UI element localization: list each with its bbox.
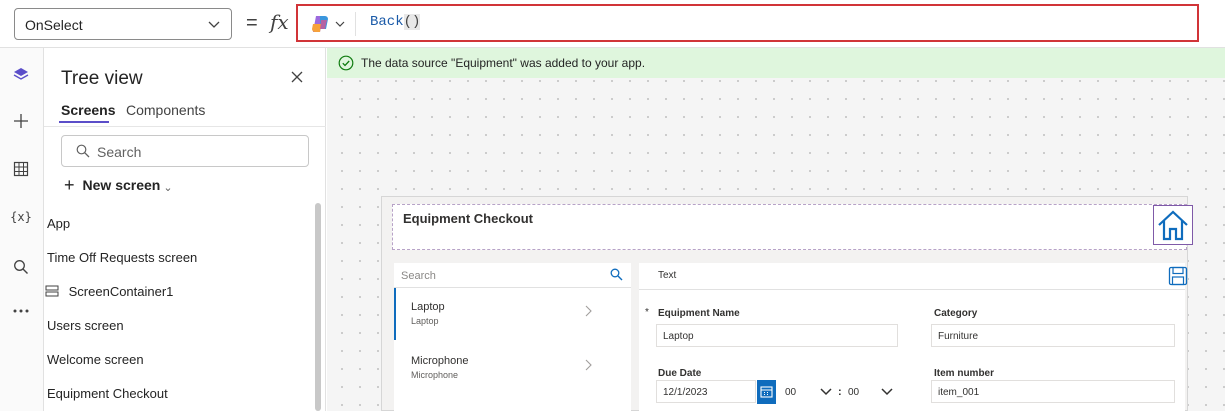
category-label: Category — [934, 308, 978, 319]
tree-view-title: Tree view — [61, 68, 143, 89]
chevron-down-icon: ⌄ — [163, 182, 173, 194]
add-icon[interactable] — [10, 110, 32, 132]
copilot-icon — [312, 16, 328, 32]
fx-icon: fx — [270, 10, 289, 34]
app-title: Equipment Checkout — [403, 211, 534, 226]
new-screen-button[interactable]: + New screen ⌄ — [64, 175, 173, 196]
gallery-row[interactable]: Microphone Microphone — [394, 342, 631, 394]
item-number-input[interactable]: item_001 — [931, 380, 1175, 403]
search-placeholder: Search — [401, 270, 436, 282]
notification-message: The data source "Equipment" was added to… — [361, 56, 646, 70]
due-date-label: Due Date — [658, 368, 702, 379]
tree-item-app[interactable]: App — [47, 216, 70, 231]
equipment-name-label: Equipment Name — [658, 308, 740, 319]
hour-select[interactable]: 00 — [785, 380, 835, 404]
minute-select[interactable]: 00 — [848, 380, 898, 404]
due-date-input[interactable]: 12/1/2023 — [656, 380, 756, 403]
data-table-icon[interactable] — [10, 158, 32, 180]
gallery-row-subtitle: Laptop — [411, 316, 439, 326]
notification-bar: The data source "Equipment" was added to… — [327, 48, 1225, 78]
gallery-row-title: Microphone — [411, 355, 469, 367]
selection-indicator — [394, 288, 396, 340]
gallery-row-subtitle: Microphone — [411, 370, 459, 380]
chevron-right-icon[interactable] — [583, 359, 593, 371]
minute-value: 00 — [848, 387, 860, 398]
tree-item-time-off-requests-screen[interactable]: Time Off Requests screen — [47, 250, 197, 265]
gallery-row-title: Laptop — [411, 301, 445, 313]
plus-icon: + — [64, 175, 75, 195]
chevron-down-icon — [881, 388, 893, 396]
tree-view-panel: Tree view Screens Components Search + New… — [44, 48, 326, 411]
property-dropdown-value: OnSelect — [25, 17, 83, 33]
left-rail: {x} — [0, 48, 44, 411]
scrollbar[interactable] — [315, 203, 321, 411]
form-header-text: Text — [658, 270, 677, 281]
more-icon[interactable] — [10, 300, 32, 322]
item-number-label: Item number — [934, 368, 995, 379]
search-placeholder: Search — [97, 144, 142, 160]
search-icon — [610, 268, 623, 281]
close-icon[interactable] — [290, 70, 304, 84]
chevron-down-icon — [335, 21, 345, 27]
copilot-button[interactable] — [308, 12, 356, 36]
form-header: Text — [639, 263, 1185, 290]
variables-icon[interactable]: {x} — [10, 206, 32, 228]
layers-icon[interactable] — [10, 64, 32, 86]
app-header[interactable]: Equipment Checkout — [392, 204, 1187, 250]
gallery-row[interactable]: Laptop Laptop — [394, 288, 631, 340]
new-screen-label: New screen — [82, 177, 161, 193]
tree-search-input[interactable]: Search — [61, 135, 309, 167]
hour-value: 00 — [785, 387, 797, 398]
home-button[interactable] — [1153, 205, 1193, 245]
item-number-value: item_001 — [938, 387, 980, 398]
save-icon[interactable] — [1168, 266, 1188, 286]
search-icon — [76, 144, 90, 158]
due-date-value: 12/1/2023 — [663, 387, 708, 398]
equals-sign: = — [246, 12, 258, 34]
gallery-search-input[interactable]: Search — [394, 263, 631, 288]
home-icon — [1158, 210, 1188, 241]
tree-item-screencontainer1[interactable]: ScreenContainer1 — [45, 284, 173, 299]
formula-bar: OnSelect = fx Back() — [0, 0, 1225, 48]
chevron-right-icon[interactable] — [583, 305, 593, 317]
checkmark-circle-icon — [338, 55, 354, 71]
formula-parens: () — [403, 14, 421, 30]
required-marker: * — [645, 307, 649, 318]
active-tab-indicator — [59, 121, 109, 123]
app-screen-preview[interactable]: Equipment Checkout Search Laptop Laptop … — [381, 196, 1193, 412]
divider — [44, 126, 326, 127]
property-dropdown[interactable]: OnSelect — [14, 8, 232, 40]
formula-function: Back — [370, 14, 404, 30]
tab-screens[interactable]: Screens — [61, 102, 115, 118]
formula-input[interactable]: Back() — [296, 4, 1199, 42]
equipment-gallery[interactable]: Search Laptop Laptop Microphone Micropho… — [394, 263, 631, 412]
chevron-down-icon — [208, 21, 220, 28]
calendar-icon — [760, 386, 773, 398]
equipment-name-value: Laptop — [663, 331, 694, 342]
tree-item-users-screen[interactable]: Users screen — [47, 318, 124, 333]
date-picker-button[interactable] — [757, 380, 776, 404]
tree-item-equipment-checkout[interactable]: Equipment Checkout — [47, 386, 168, 401]
time-separator: : — [838, 386, 842, 398]
category-value: Furniture — [938, 331, 979, 342]
chevron-down-icon — [820, 388, 832, 396]
equipment-form: Text * Equipment Name Laptop Category Fu… — [639, 263, 1188, 412]
tab-components[interactable]: Components — [126, 102, 205, 118]
equipment-name-input[interactable]: Laptop — [656, 324, 898, 347]
container-icon — [45, 285, 59, 297]
tree-item-welcome-screen[interactable]: Welcome screen — [47, 352, 144, 367]
formula-text[interactable]: Back() — [370, 14, 421, 30]
tree-item-label: ScreenContainer1 — [68, 284, 174, 299]
search-icon[interactable] — [10, 256, 32, 278]
category-input[interactable]: Furniture — [931, 324, 1175, 347]
